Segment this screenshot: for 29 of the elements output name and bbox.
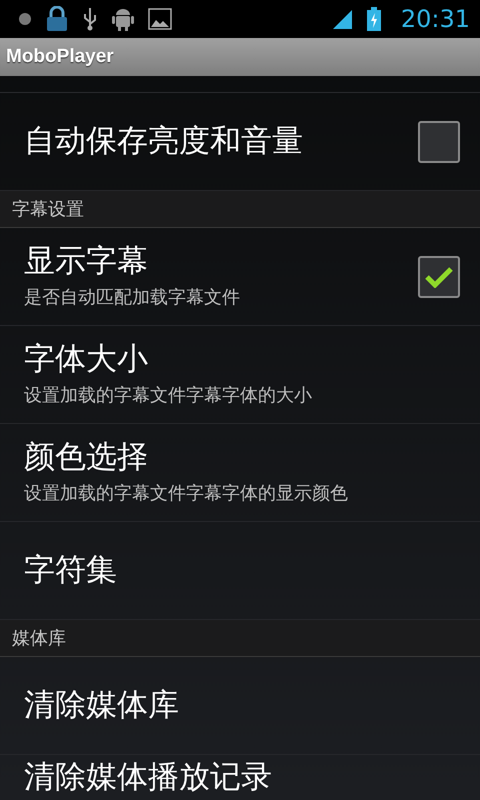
setting-title: 颜色选择: [24, 440, 149, 476]
checkbox[interactable]: [418, 256, 460, 298]
signal-icon: [330, 8, 353, 30]
setting-summary: 是否自动匹配加载字幕文件: [24, 286, 241, 310]
section-title: 媒体库: [12, 627, 66, 650]
setting-row[interactable]: 字体大小 设置加载的字幕文件字幕字体的大小: [0, 326, 480, 424]
setting-title: 字符集: [24, 552, 118, 588]
usb-icon: [82, 6, 98, 32]
setting-summary: 设置加载的字幕文件字幕字体的显示颜色: [24, 482, 349, 506]
setting-title: 显示字幕: [24, 244, 149, 280]
setting-row[interactable]: 显示字幕 是否自动匹配加载字幕文件: [0, 228, 480, 326]
setting-title: 清除媒体播放记录: [24, 760, 273, 796]
lock-icon: [46, 6, 68, 32]
setting-title: 字体大小: [24, 342, 149, 378]
setting-title: 自动保存亮度和音量: [24, 124, 304, 160]
setting-row[interactable]: 颜色选择 设置加载的字幕文件字幕字体的显示颜色: [0, 424, 480, 522]
setting-row[interactable]: 清除媒体播放记录: [0, 755, 480, 800]
robot-icon: [112, 6, 134, 32]
checkmark-icon: [425, 266, 453, 288]
section-title: 字幕设置: [12, 198, 84, 221]
setting-row[interactable]: 清除媒体库: [0, 657, 480, 755]
battery-icon: [366, 7, 381, 31]
setting-title: 清除媒体库: [24, 688, 180, 724]
clock-time: 20:31: [400, 5, 470, 33]
checkbox[interactable]: [418, 120, 460, 162]
setting-summary: 设置加载的字幕文件字幕字体的大小: [24, 384, 313, 408]
app-title: MoboPlayer: [6, 46, 114, 68]
image-icon: [148, 8, 172, 30]
moon-icon: [18, 12, 32, 26]
